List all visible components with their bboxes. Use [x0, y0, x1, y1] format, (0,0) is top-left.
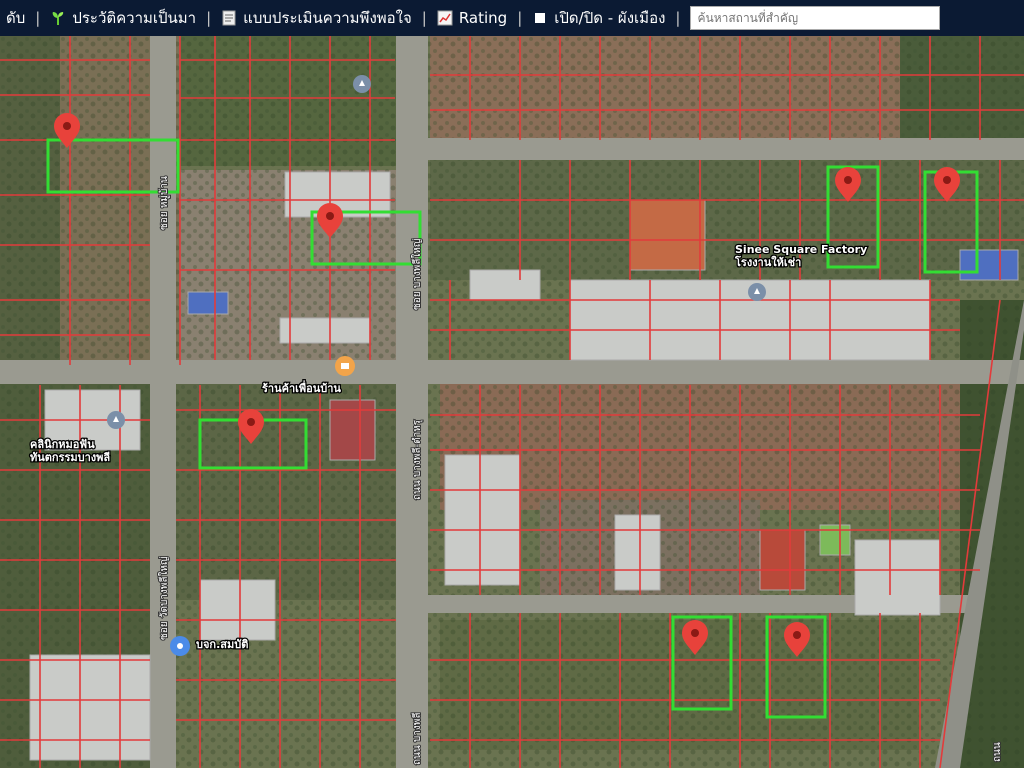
toolbar-separator: | — [675, 9, 681, 27]
road-center-bottom-label: ถนน บางพลี — [411, 713, 423, 765]
road-left-bottom-label: ซอย วัดบางพลีใหญ่ — [158, 556, 170, 640]
poi-pin-icon[interactable] — [353, 75, 371, 93]
menu-item-rating-label: Rating — [458, 9, 508, 27]
menu-item-first-label: ดับ — [6, 9, 26, 27]
road-left-top-label: ซอย หมู่บ้าน — [158, 176, 170, 230]
menu-item-zoning-toggle-label: เปิด/ปิด - ผังเมือง — [554, 9, 666, 27]
menu-item-zoning-toggle[interactable]: เปิด/ปิด - ผังเมือง — [526, 6, 671, 30]
rating-chart-icon — [437, 10, 453, 26]
square-toggle-icon — [535, 13, 546, 23]
poi-pin-icon[interactable] — [107, 411, 125, 429]
map-view[interactable]: Sinee Square Factory โรงงานให้เช่า ร้านค้… — [0, 36, 1024, 768]
sprout-icon — [52, 12, 64, 25]
location-pin-icon[interactable] — [170, 636, 190, 656]
company-label: บจก.สมบัติ — [196, 638, 248, 651]
toolbar-separator: | — [206, 9, 212, 27]
search-input[interactable] — [690, 6, 941, 30]
poi-pin-icon[interactable] — [748, 283, 766, 301]
menu-item-history[interactable]: ประวัติความเป็นมา — [44, 6, 202, 30]
toolbar-separator: | — [517, 9, 523, 27]
menu-item-rating[interactable]: Rating — [431, 9, 513, 27]
toolbar-separator: | — [421, 9, 427, 27]
menu-item-survey[interactable]: แบบประเมินความพึงพอใจ — [215, 6, 418, 30]
top-toolbar: ดับ | ประวัติความเป็นมา | แบบประเมินความ… — [0, 0, 1024, 36]
menu-item-survey-label: แบบประเมินความพึงพอใจ — [243, 9, 412, 27]
shop-label: ร้านค้าเพื่อนบ้าน — [262, 380, 341, 395]
road-center-mid-label: ถนน บางพลี-ตำหรุ — [411, 419, 423, 500]
document-icon — [222, 10, 236, 26]
shop-pin-icon[interactable] — [335, 356, 355, 376]
menu-item-history-label: ประวัติความเป็นมา — [72, 9, 197, 27]
road-center-top-label: ซอย บางพลีใหญ่ — [411, 239, 423, 310]
menu-item-first[interactable]: ดับ — [0, 6, 31, 30]
toolbar-separator: | — [35, 9, 41, 27]
road-right-label: ถนน — [992, 742, 1003, 762]
